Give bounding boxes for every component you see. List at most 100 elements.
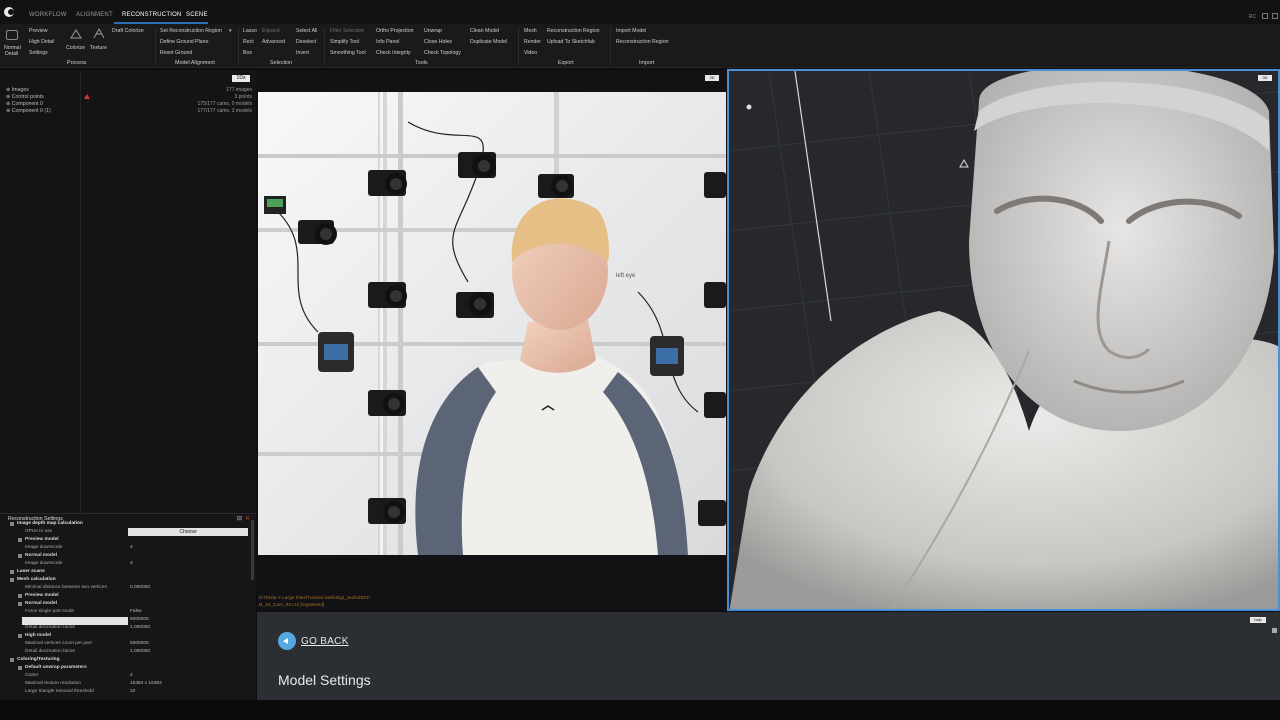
info-panel-button[interactable]: Info Panel — [376, 39, 399, 45]
settings-section[interactable]: Preview model — [0, 536, 250, 544]
preview-button[interactable]: Preview — [29, 28, 47, 34]
define-ground-button[interactable]: Define Ground Plane — [160, 39, 208, 45]
choose-gpu-button[interactable]: Choose — [128, 528, 248, 536]
settings-section[interactable]: Image depth map calculation — [0, 520, 250, 528]
detail-label[interactable]: Detail — [5, 51, 18, 57]
settings-row[interactable]: Detail decimation factor 1.000000 — [0, 624, 250, 632]
deselect-button[interactable]: Deselect — [296, 39, 316, 45]
settings-value[interactable]: 0.000000 — [130, 584, 150, 592]
settings-row[interactable]: Detail decimation factor 1.000000 — [0, 648, 250, 656]
restore-icon[interactable] — [1272, 13, 1278, 19]
close-holes-button[interactable]: Close Holes — [424, 39, 452, 45]
settings-row[interactable]: Force single part mode False — [0, 608, 250, 616]
settings-row[interactable]: Minimal distance between two vertices 0.0… — [0, 584, 250, 592]
camera-photo[interactable]: left eye — [258, 92, 726, 555]
expand-toggle-icon[interactable] — [18, 666, 22, 670]
expand-toggle-icon[interactable] — [18, 634, 22, 638]
settings-row[interactable]: Large triangle removal threshold 10 — [0, 688, 250, 696]
advanced-button[interactable]: Advanced — [262, 39, 285, 45]
settings-value[interactable]: 2 — [130, 672, 133, 680]
video-button[interactable]: Video — [524, 50, 537, 56]
colorize-icon[interactable] — [69, 28, 83, 40]
help-button[interactable]: help — [1250, 617, 1266, 623]
import-region-button[interactable]: Reconstruction Region — [616, 39, 668, 45]
expand-toggle-icon[interactable] — [10, 658, 14, 662]
settings-section[interactable]: Coloring/Texturing — [0, 656, 250, 664]
settings-row[interactable]: Gutter 2 — [0, 672, 250, 680]
lasso-button[interactable]: Lasso — [243, 28, 257, 34]
pane-layout-tag[interactable]: 1Ds — [232, 75, 250, 82]
draft-colorize-button[interactable]: Draft Colorize — [112, 28, 144, 34]
expand-toggle-icon[interactable] — [10, 570, 14, 574]
mesh-button[interactable]: Mesh — [524, 28, 537, 34]
minimize-icon[interactable] — [1262, 13, 1268, 19]
settings-section[interactable]: Mesh calculation — [0, 576, 250, 584]
high-detail-button[interactable]: High Detail — [29, 39, 54, 45]
settings-section[interactable]: Default unwrap parameters — [0, 664, 250, 672]
normal-detail-icon[interactable] — [6, 30, 18, 40]
settings-scrollbar[interactable] — [251, 520, 254, 580]
settings-button[interactable]: Settings — [29, 50, 48, 56]
texture-button[interactable]: Texture — [90, 45, 107, 51]
expand-toggle-icon[interactable] — [18, 554, 22, 558]
settings-value[interactable]: False — [130, 608, 142, 616]
expand-toggle-icon[interactable] — [10, 522, 14, 526]
scroll-indicator-icon[interactable] — [1272, 628, 1277, 633]
tab-scene[interactable]: SCENE — [186, 12, 208, 18]
go-back-link[interactable]: GO BACK — [301, 636, 349, 647]
expand-button[interactable]: Expand — [262, 28, 280, 34]
set-region-button[interactable]: Set Reconstruction Region — [160, 28, 222, 34]
check-topology-button[interactable]: Check Topology — [424, 50, 461, 56]
import-model-button[interactable]: Import Model — [616, 28, 646, 34]
chevron-down-icon[interactable]: ▾ — [229, 28, 232, 34]
expand-toggle-icon[interactable] — [10, 578, 14, 582]
3d-viewport[interactable] — [727, 69, 1280, 611]
tree-item-images[interactable]: ⊕ Images — [6, 87, 29, 93]
tree-item-component-0-1[interactable]: ⊕ Component 0 (1) — [6, 108, 51, 114]
view-tag-3d[interactable]: 3D — [1258, 75, 1272, 81]
expand-toggle-icon[interactable] — [18, 594, 22, 598]
invert-button[interactable]: Invert — [296, 50, 309, 56]
settings-section[interactable]: Preview model — [0, 592, 250, 600]
settings-row[interactable]: Maximal vertices count per part 5000000 — [0, 640, 250, 648]
settings-section[interactable]: Normal model — [0, 552, 250, 560]
export-region-button[interactable]: Reconstruction Region — [547, 28, 599, 34]
settings-row[interactable]: Maximal texture resolution 16384 x 16384 — [0, 680, 250, 688]
check-integrity-button[interactable]: Check Integrity — [376, 50, 411, 56]
select-all-button[interactable]: Select All — [296, 28, 317, 34]
reset-ground-button[interactable]: Reset Ground — [160, 50, 192, 56]
settings-value[interactable]: 1.000000 — [130, 624, 150, 632]
smoothing-tool-button[interactable]: Smoothing Tool — [330, 50, 366, 56]
settings-row[interactable]: Image downscale 4 — [0, 544, 250, 552]
settings-section[interactable]: Laser scans — [0, 568, 250, 576]
settings-value[interactable]: 4 — [130, 544, 133, 552]
tab-reconstruction[interactable]: RECONSTRUCTION — [122, 12, 181, 18]
duplicate-model-button[interactable]: Duplicate Model — [470, 39, 507, 45]
clean-model-button[interactable]: Clean Model — [470, 28, 499, 34]
settings-section[interactable]: High model — [0, 632, 250, 640]
settings-value[interactable]: 3 — [130, 560, 133, 568]
settings-value[interactable]: 16384 x 16384 — [130, 680, 162, 688]
unwrap-button[interactable]: Unwrap — [424, 28, 442, 34]
pane-splitter[interactable] — [80, 70, 81, 513]
settings-value[interactable]: 10 — [130, 688, 135, 696]
simplify-tool-button[interactable]: Simplify Tool — [330, 39, 359, 45]
app-logo-icon[interactable] — [2, 6, 16, 18]
upload-sketchfab-button[interactable]: Upload To Sketchfab — [547, 39, 595, 45]
settings-value[interactable]: 1.000000 — [130, 648, 150, 656]
tab-workflow[interactable]: WORKFLOW — [29, 12, 67, 18]
settings-section[interactable]: Normal model — [0, 600, 250, 608]
view-tag-2d[interactable]: 2D — [705, 75, 719, 81]
rect-button[interactable]: Rect — [243, 39, 254, 45]
render-button[interactable]: Render — [524, 39, 541, 45]
colorize-button[interactable]: Colorize — [66, 45, 85, 51]
expand-toggle-icon[interactable] — [18, 538, 22, 542]
settings-row[interactable]: Image downscale 3 — [0, 560, 250, 568]
settings-value[interactable]: 5000000 — [130, 640, 149, 648]
tab-alignment[interactable]: ALIGNMENT — [76, 12, 113, 18]
tree-item-control-points[interactable]: ⊕ Control points — [6, 94, 44, 100]
texture-icon[interactable] — [92, 27, 106, 40]
settings-value[interactable]: 8000000 — [130, 616, 149, 624]
ortho-projection-button[interactable]: Ortho Projection — [376, 28, 413, 34]
expand-toggle-icon[interactable] — [18, 602, 22, 606]
